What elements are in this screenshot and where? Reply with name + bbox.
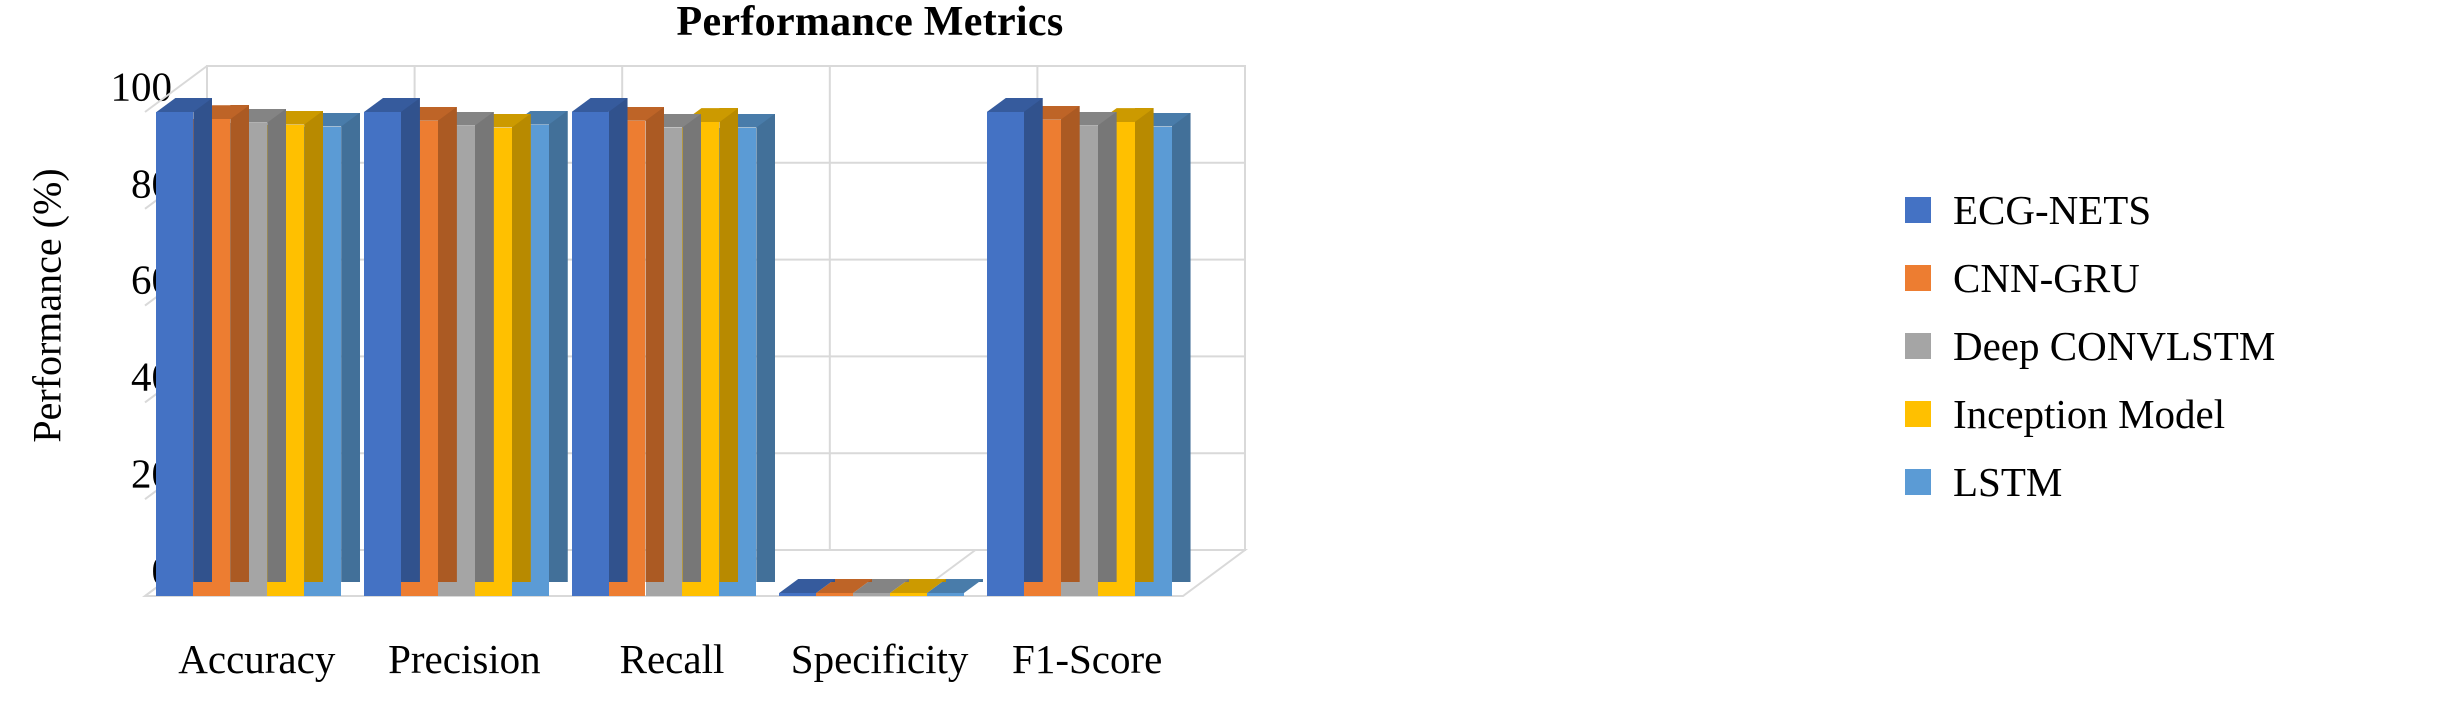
legend-swatch-icon — [1905, 469, 1931, 495]
bar[interactable] — [571, 98, 628, 596]
bar-side-face — [341, 112, 361, 582]
bar-side-face — [1171, 112, 1191, 582]
legend-swatch-icon — [1905, 333, 1931, 359]
bar-side-face — [645, 106, 665, 582]
bar[interactable] — [853, 579, 910, 596]
x-tick-label: Specificity — [790, 636, 969, 682]
legend-label: Inception Model — [1953, 391, 2226, 437]
bar-front-face — [853, 593, 891, 596]
bar-front-face — [156, 112, 194, 596]
legend-item[interactable]: CNN-GRU — [1905, 244, 2441, 312]
legend-swatch-icon — [1905, 197, 1931, 223]
bar-front-face — [986, 112, 1024, 596]
bar-side-face — [1134, 108, 1154, 582]
bar-side-face — [437, 106, 457, 582]
legend-item[interactable]: Deep CONVLSTM — [1905, 312, 2441, 380]
bar-front-face — [571, 112, 609, 596]
legend-label: ECG-NETS — [1953, 187, 2152, 233]
bar[interactable] — [986, 98, 1043, 596]
bar-side-face — [193, 98, 213, 582]
bar-front-face — [816, 593, 854, 596]
legend-item[interactable]: Inception Model — [1905, 380, 2441, 448]
bar-side-face — [304, 110, 324, 582]
legend-label: LSTM — [1953, 459, 2063, 505]
legend-label: CNN-GRU — [1953, 255, 2140, 301]
bar-side-face — [267, 108, 287, 582]
bar-side-face — [1097, 111, 1117, 582]
bar-group — [975, 60, 1191, 620]
bar[interactable] — [156, 98, 213, 596]
bar-side-face — [400, 98, 420, 582]
x-tick-label: Precision — [388, 636, 541, 682]
bar-front-face — [890, 593, 927, 596]
bar-front-face — [364, 112, 401, 596]
bar[interactable] — [816, 579, 873, 596]
bar-side-face — [682, 113, 702, 582]
chart-root: Performance Metrics Performance (%) 0204… — [0, 0, 2441, 709]
bar-side-face — [719, 108, 739, 582]
bar-side-face — [608, 98, 628, 582]
bar-side-face — [548, 110, 568, 582]
legend-swatch-icon — [1905, 401, 1931, 427]
bar[interactable] — [364, 98, 420, 596]
bar-side-face — [756, 113, 776, 582]
x-tick-label: Accuracy — [178, 636, 336, 682]
legend-label: Deep CONVLSTM — [1953, 323, 2276, 369]
bar-side-face — [230, 105, 250, 582]
chart-title: Performance Metrics — [676, 0, 1064, 45]
bar-group — [353, 60, 568, 620]
x-tick-label: F1-Score — [1012, 636, 1163, 682]
x-tick-label: Recall — [619, 636, 725, 682]
bar-side-face — [474, 111, 494, 582]
chart-legend: ECG-NETS CNN-GRU Deep CONVLSTM Inception Mo… — [1905, 176, 2441, 516]
bar[interactable] — [927, 579, 983, 596]
bar-front-face — [779, 593, 817, 596]
bar-series-layer — [145, 60, 1245, 620]
legend-item[interactable]: ECG-NETS — [1905, 176, 2441, 244]
bar-group — [145, 60, 361, 620]
bar[interactable] — [779, 579, 836, 596]
bar-group — [768, 60, 983, 620]
x-axis-tick-labels: Accuracy Precision Recall Specificity F1-Sco… — [0, 636, 1400, 696]
plot-area — [141, 60, 1249, 620]
bar-side-face — [511, 113, 531, 582]
bar[interactable] — [890, 579, 946, 596]
bar-front-face — [927, 593, 964, 596]
bar-group — [560, 60, 776, 620]
bar-side-face — [1023, 98, 1043, 582]
bar-side-face — [1060, 105, 1080, 582]
legend-swatch-icon — [1905, 265, 1931, 291]
legend-item[interactable]: LSTM — [1905, 448, 2441, 516]
